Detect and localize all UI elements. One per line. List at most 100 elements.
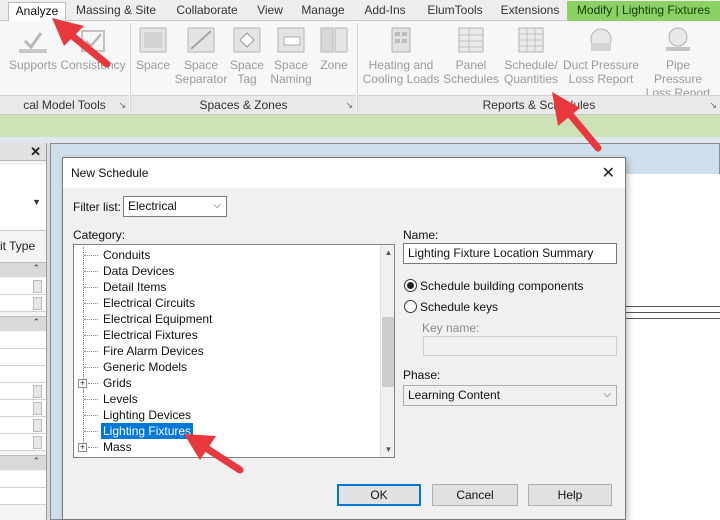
tab-add-ins[interactable]: Add-Ins	[358, 2, 412, 21]
duct-pressure-icon	[590, 28, 612, 51]
property-value[interactable]	[33, 419, 42, 432]
tab-extensions[interactable]: Extensions	[496, 2, 564, 21]
close-icon[interactable]: ✕	[30, 144, 41, 160]
chevron-down-icon: ⌵	[213, 200, 221, 211]
expand-icon[interactable]: +	[78, 443, 87, 452]
space-button[interactable]: Space	[134, 25, 172, 72]
property-value[interactable]	[33, 385, 42, 398]
tab-view[interactable]: View	[252, 2, 288, 21]
schedule-quantities-label: Schedule/Quantities	[503, 58, 559, 86]
tab-analyze[interactable]: Analyze	[8, 2, 66, 21]
property-row[interactable]	[0, 349, 46, 366]
tab-modify-lighting-fixtures[interactable]: Modify | Lighting Fixtures	[567, 1, 720, 21]
property-row[interactable]	[0, 417, 46, 434]
pipe-pressure-label: Pipe Pressure Loss Report	[645, 58, 711, 100]
property-row[interactable]	[0, 434, 46, 451]
list-item[interactable]: Fire Alarm Devices	[74, 343, 374, 359]
property-row[interactable]	[0, 295, 46, 312]
properties-palette: ✕ ▼ it Type ⌃ ⌃ ⌃	[0, 143, 47, 520]
zone-button[interactable]: Zone	[316, 25, 352, 72]
property-value[interactable]	[33, 280, 42, 293]
phase-value: Learning Content	[408, 388, 501, 402]
list-item[interactable]: Electrical Circuits	[74, 295, 374, 311]
scroll-thumb[interactable]	[382, 317, 394, 387]
pipe-pressure-loss-report-button[interactable]: Pipe Pressure Loss Report	[642, 25, 714, 100]
property-value[interactable]	[33, 402, 42, 415]
space-separator-button[interactable]: Space Separator	[174, 25, 228, 86]
dialog-launcher-icon[interactable]: ↘	[118, 96, 126, 114]
schedule-components-label[interactable]: Schedule building components	[420, 279, 583, 293]
property-row[interactable]	[0, 332, 46, 349]
help-button[interactable]: Help	[528, 484, 612, 506]
key-name-input[interactable]	[423, 336, 617, 356]
list-item[interactable]: + Mass	[74, 439, 374, 455]
space-tag-label: Space Tag	[229, 58, 265, 86]
drawing-line	[625, 318, 720, 319]
filter-list-dropdown[interactable]: Electrical ⌵	[123, 196, 227, 217]
property-row[interactable]	[0, 278, 46, 295]
close-icon[interactable]: ✕	[602, 163, 615, 183]
space-naming-icon	[277, 27, 305, 53]
schedule-quantities-button[interactable]: Schedule/Quantities	[500, 25, 562, 86]
scroll-up-icon[interactable]: ▲	[381, 245, 394, 260]
panel-schedules-icon	[458, 27, 484, 53]
panel-spaces-zones-label: Spaces & Zones	[199, 98, 288, 112]
dialog-launcher-icon[interactable]: ↘	[709, 96, 717, 114]
property-row[interactable]	[0, 471, 46, 488]
tab-elumtools[interactable]: ElumTools	[420, 2, 490, 21]
heating-cooling-loads-button[interactable]: Heating and Cooling Loads	[360, 25, 442, 86]
category-label: Category:	[73, 228, 126, 242]
cancel-button[interactable]: Cancel	[432, 484, 518, 506]
supports-label: Supports	[8, 58, 58, 72]
tab-collaborate[interactable]: Collaborate	[170, 2, 244, 21]
property-group[interactable]: ⌃	[0, 455, 46, 470]
list-item[interactable]: Electrical Fixtures	[74, 327, 374, 343]
list-item-lighting-fixtures[interactable]: Lighting Fixtures	[74, 422, 374, 440]
list-item[interactable]: Lighting Devices	[74, 407, 374, 423]
list-item[interactable]: Electrical Equipment	[74, 311, 374, 327]
duct-pressure-loss-report-button[interactable]: Duct Pressure Loss Report	[560, 25, 642, 86]
schedule-keys-label[interactable]: Schedule keys	[420, 300, 498, 314]
list-item[interactable]: Generic Models	[74, 359, 374, 375]
drawing-line	[625, 306, 720, 307]
ok-button[interactable]: OK	[337, 484, 421, 506]
category-scrollbar[interactable]: ▲ ▼	[380, 245, 394, 457]
list-item[interactable]: Levels	[74, 391, 374, 407]
filter-list-value: Electrical	[128, 199, 177, 213]
schedule-keys-radio[interactable]	[404, 300, 417, 313]
collapse-icon[interactable]: ⌃	[32, 263, 40, 274]
property-row[interactable]	[0, 400, 46, 417]
property-value[interactable]	[33, 297, 42, 310]
schedule-components-radio[interactable]	[404, 279, 417, 292]
category-list[interactable]: Conduits Data Devices Detail Items Elect…	[73, 244, 395, 458]
property-row[interactable]	[0, 488, 46, 505]
space-naming-button[interactable]: Space Naming	[268, 25, 314, 86]
list-item[interactable]: Data Devices	[74, 263, 374, 279]
supports-button[interactable]: Supports	[6, 25, 60, 72]
property-group[interactable]: ⌃	[0, 262, 46, 277]
collapse-icon[interactable]: ⌃	[32, 456, 40, 467]
list-item[interactable]: + Grids	[74, 375, 374, 391]
dialog-title: New Schedule	[71, 166, 149, 180]
panel-schedules-button[interactable]: Panel Schedules	[442, 25, 500, 86]
space-separator-icon	[187, 27, 215, 53]
collapse-icon[interactable]: ⌃	[32, 317, 40, 328]
edit-type-label[interactable]: it Type	[0, 239, 35, 253]
tab-massing-site[interactable]: Massing & Site	[70, 2, 162, 21]
consistency-button[interactable]: Consistency	[60, 25, 126, 72]
property-row[interactable]	[0, 366, 46, 383]
schedule-name-input[interactable]: Lighting Fixture Location Summary	[403, 243, 617, 264]
property-value[interactable]	[33, 436, 42, 449]
list-item[interactable]: Conduits	[74, 247, 374, 263]
expand-icon[interactable]: +	[78, 379, 87, 388]
dialog-launcher-icon[interactable]: ↘	[345, 96, 353, 114]
property-group[interactable]: ⌃	[0, 316, 46, 331]
chevron-down-icon[interactable]: ▼	[32, 197, 41, 207]
phase-dropdown[interactable]: Learning Content ⌵	[403, 385, 617, 406]
space-tag-button[interactable]: Space Tag	[228, 25, 266, 86]
property-row[interactable]	[0, 383, 46, 400]
list-item[interactable]: Detail Items	[74, 279, 374, 295]
tab-manage[interactable]: Manage	[296, 2, 350, 21]
panel-reports-schedules: Reports & Schedules ↘	[358, 95, 720, 114]
scroll-down-icon[interactable]: ▼	[381, 442, 394, 457]
